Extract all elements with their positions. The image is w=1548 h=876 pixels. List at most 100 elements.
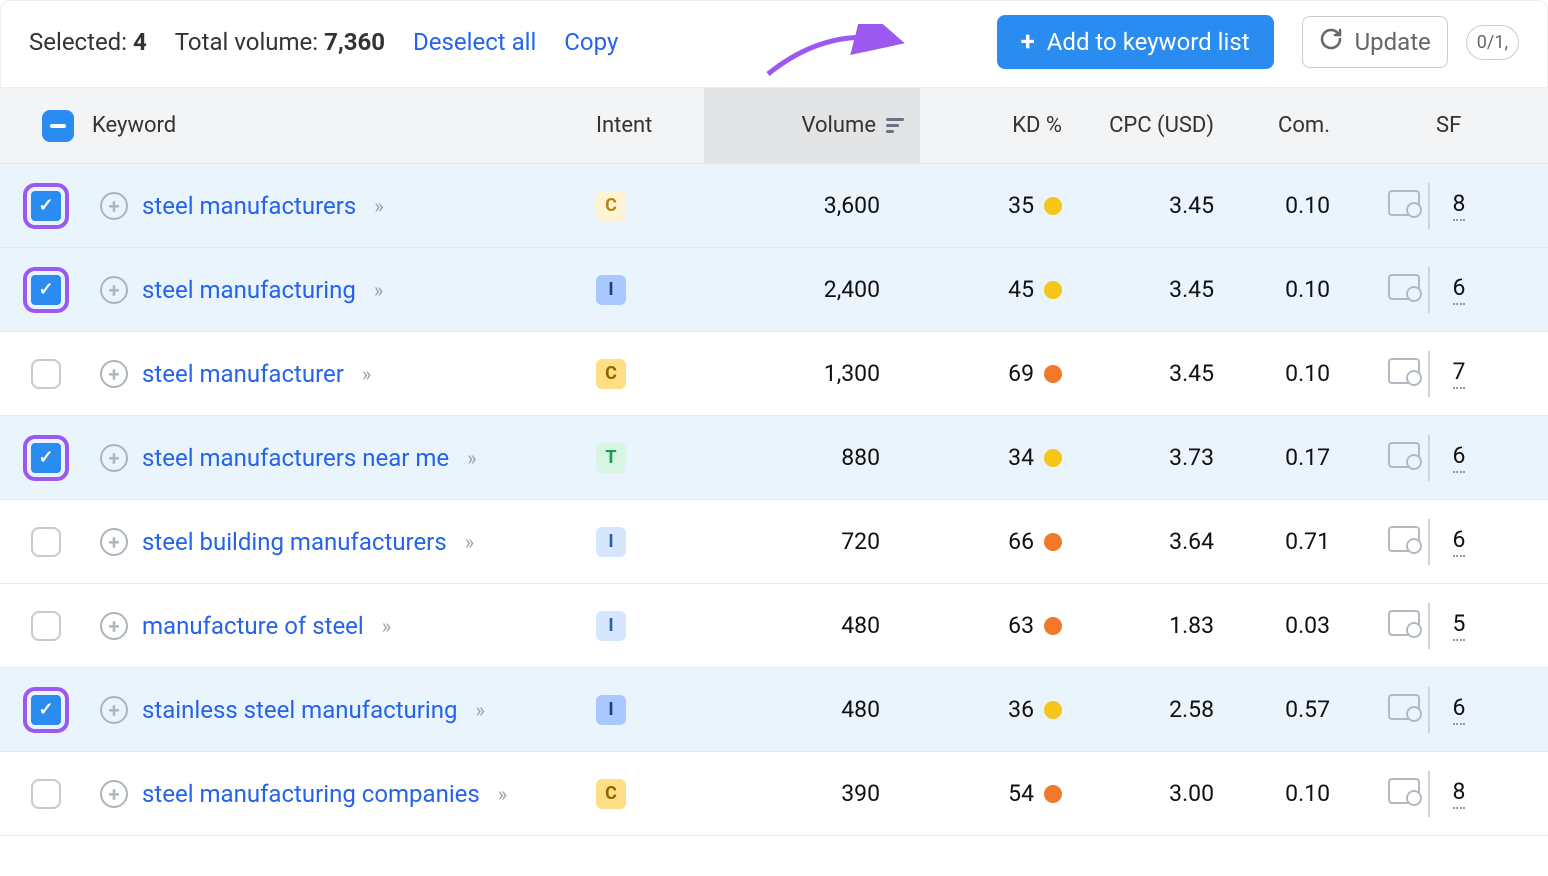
row-checkbox[interactable]: [31, 443, 61, 473]
kd-value: 69: [1008, 360, 1034, 387]
total-volume-label: Total volume:: [175, 28, 318, 56]
cpc-value: 3.45: [1070, 192, 1222, 219]
row-checkbox[interactable]: [31, 275, 61, 305]
kd-value: 54: [1008, 780, 1034, 807]
volume-value: 480: [704, 612, 920, 639]
deselect-all-link[interactable]: Deselect all: [413, 28, 536, 56]
table-row: +steel manufacturing»I2,400453.450.106: [0, 248, 1548, 332]
serp-preview-icon[interactable]: [1388, 778, 1420, 804]
chevron-right-icon: »: [465, 530, 470, 554]
keyword-link[interactable]: stainless steel manufacturing: [142, 696, 457, 724]
keyword-link[interactable]: manufacture of steel: [142, 612, 364, 640]
serp-preview-icon[interactable]: [1388, 694, 1420, 720]
chevron-right-icon: »: [498, 782, 503, 806]
intent-badge: C: [596, 779, 626, 809]
table-row: +steel manufacturers»C3,600353.450.108: [0, 164, 1548, 248]
chevron-right-icon: »: [467, 446, 472, 470]
kd-difficulty-dot-icon: [1044, 617, 1062, 635]
select-all-header[interactable]: [0, 110, 92, 142]
intent-badge: I: [596, 611, 626, 641]
header-sf[interactable]: SF: [1428, 113, 1488, 138]
keyword-link[interactable]: steel manufacturing: [142, 276, 356, 304]
indeterminate-checkbox-icon[interactable]: [42, 110, 74, 142]
keyword-link[interactable]: steel manufacturers near me: [142, 444, 449, 472]
expand-keyword-icon[interactable]: +: [100, 780, 128, 808]
sf-value[interactable]: 8: [1453, 778, 1466, 809]
intent-badge: I: [596, 527, 626, 557]
expand-keyword-icon[interactable]: +: [100, 360, 128, 388]
kd-value: 63: [1008, 612, 1034, 639]
sf-value[interactable]: 6: [1453, 526, 1466, 557]
expand-keyword-icon[interactable]: +: [100, 696, 128, 724]
volume-value: 3,600: [704, 192, 920, 219]
add-button-label: Add to keyword list: [1047, 28, 1250, 56]
kd-difficulty-dot-icon: [1044, 785, 1062, 803]
sf-value[interactable]: 6: [1453, 274, 1466, 305]
volume-value: 720: [704, 528, 920, 555]
plus-icon: +: [1021, 27, 1035, 57]
keyword-link[interactable]: steel manufacturing companies: [142, 780, 480, 808]
com-value: 0.71: [1222, 528, 1338, 555]
serp-preview-icon[interactable]: [1388, 442, 1420, 468]
header-volume-label: Volume: [802, 113, 877, 138]
com-value: 0.10: [1222, 780, 1338, 807]
expand-keyword-icon[interactable]: +: [100, 612, 128, 640]
row-checkbox[interactable]: [31, 779, 61, 809]
sf-value[interactable]: 8: [1453, 190, 1466, 221]
table-row: +steel manufacturer»C1,300693.450.107: [0, 332, 1548, 416]
row-checkbox[interactable]: [31, 527, 61, 557]
kd-value: 34: [1008, 444, 1034, 471]
sf-value[interactable]: 5: [1453, 610, 1466, 641]
table-row: + manufacture of steel » I 480 63 1.830.03 5: [0, 584, 1548, 668]
cpc-value: 2.58: [1070, 696, 1222, 723]
header-volume[interactable]: Volume: [704, 88, 920, 163]
com-value: 0.03: [1222, 612, 1338, 639]
header-intent[interactable]: Intent: [588, 113, 704, 138]
intent-badge: I: [596, 695, 626, 725]
kd-difficulty-dot-icon: [1044, 281, 1062, 299]
com-value: 0.17: [1222, 444, 1338, 471]
cpc-value: 3.45: [1070, 360, 1222, 387]
sort-desc-icon: [886, 118, 904, 133]
serp-preview-icon[interactable]: [1388, 358, 1420, 384]
kd-difficulty-dot-icon: [1044, 197, 1062, 215]
com-value: 0.10: [1222, 192, 1338, 219]
cpc-value: 1.83: [1070, 612, 1222, 639]
header-kd[interactable]: KD %: [920, 113, 1070, 138]
row-checkbox[interactable]: [31, 191, 61, 221]
expand-keyword-icon[interactable]: +: [100, 444, 128, 472]
expand-keyword-icon[interactable]: +: [100, 192, 128, 220]
header-com[interactable]: Com.: [1222, 113, 1338, 138]
header-cpc[interactable]: CPC (USD): [1070, 113, 1222, 138]
chevron-right-icon: »: [382, 614, 387, 638]
keyword-link[interactable]: steel manufacturer: [142, 360, 344, 388]
keyword-link[interactable]: steel building manufacturers: [142, 528, 447, 556]
update-label: Update: [1355, 28, 1431, 56]
cpc-value: 3.45: [1070, 276, 1222, 303]
row-checkbox[interactable]: [31, 359, 61, 389]
sf-value[interactable]: 7: [1453, 358, 1466, 389]
intent-badge: T: [596, 443, 626, 473]
com-value: 0.57: [1222, 696, 1338, 723]
serp-preview-icon[interactable]: [1388, 610, 1420, 636]
total-volume: Total volume: 7,360: [175, 28, 385, 56]
serp-preview-icon[interactable]: [1388, 190, 1420, 216]
add-to-keyword-list-button[interactable]: + Add to keyword list: [997, 15, 1274, 69]
refresh-icon: [1319, 27, 1343, 57]
header-keyword[interactable]: Keyword: [92, 113, 588, 138]
serp-preview-icon[interactable]: [1388, 274, 1420, 300]
serp-preview-icon[interactable]: [1388, 526, 1420, 552]
expand-keyword-icon[interactable]: +: [100, 276, 128, 304]
row-checkbox[interactable]: [31, 695, 61, 725]
expand-keyword-icon[interactable]: +: [100, 528, 128, 556]
sf-value[interactable]: 6: [1453, 694, 1466, 725]
chevron-right-icon: »: [362, 362, 367, 386]
sf-value[interactable]: 6: [1453, 442, 1466, 473]
copy-link[interactable]: Copy: [564, 28, 618, 56]
update-button[interactable]: Update: [1302, 16, 1448, 68]
keyword-link[interactable]: steel manufacturers: [142, 192, 356, 220]
row-checkbox[interactable]: [31, 611, 61, 641]
table-body: +steel manufacturers»C3,600353.450.108+s…: [0, 164, 1548, 836]
selection-toolbar: Selected: 4 Total volume: 7,360 Deselect…: [0, 0, 1548, 88]
selected-label: Selected:: [29, 28, 127, 56]
